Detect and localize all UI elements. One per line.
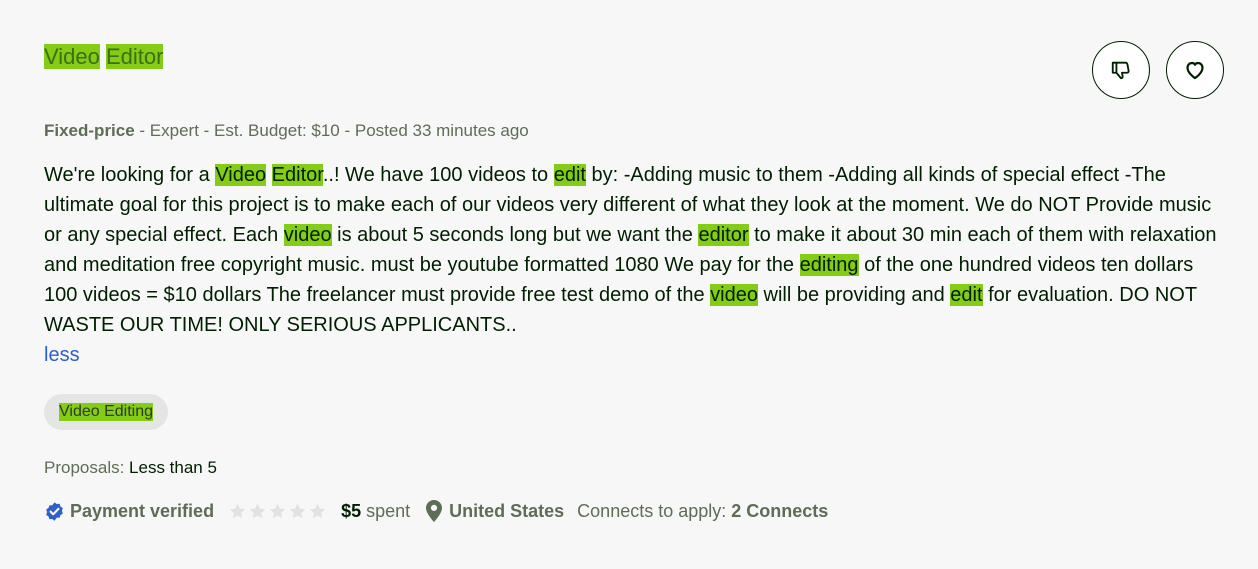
desc-text: is about 5 seconds long but we want the bbox=[331, 224, 699, 246]
job-actions bbox=[1092, 41, 1224, 99]
job-meta-details: - Expert - Est. Budget: $10 - Posted 33 … bbox=[134, 121, 529, 140]
job-type: Fixed-price bbox=[44, 121, 135, 140]
thumbs-down-button[interactable] bbox=[1092, 41, 1150, 99]
desc-highlight: Editor bbox=[271, 164, 323, 186]
verified-badge-icon bbox=[46, 501, 63, 521]
proposals: Proposals: Less than 5 bbox=[44, 458, 217, 478]
desc-highlight: edit bbox=[553, 164, 586, 186]
thumbs-down-icon bbox=[1111, 61, 1130, 80]
client-rating bbox=[228, 502, 327, 521]
job-card: Video Editor Fixed-price - Expert - Est.… bbox=[44, 0, 1224, 569]
star-icon bbox=[269, 503, 286, 518]
desc-highlight: Video bbox=[215, 164, 267, 186]
desc-text: We're looking for a bbox=[44, 164, 216, 186]
payment-verified: Payment verified bbox=[44, 501, 214, 522]
job-title-link[interactable]: Video Editor bbox=[44, 44, 164, 69]
spent-amount: $5 bbox=[341, 500, 362, 521]
desc-text bbox=[266, 164, 272, 186]
less-link[interactable]: less bbox=[44, 341, 80, 369]
proposals-label: Proposals: bbox=[44, 458, 130, 477]
client-location: United States bbox=[426, 500, 564, 522]
star-icon bbox=[229, 503, 246, 518]
desc-text: ..! We have 100 videos to bbox=[322, 164, 554, 186]
star-icon bbox=[289, 503, 306, 518]
job-title-word: Video bbox=[44, 44, 100, 69]
job-title-word: Editor bbox=[106, 44, 164, 69]
skill-label: Video Editing bbox=[59, 403, 153, 421]
proposals-value: Less than 5 bbox=[129, 458, 217, 477]
desc-highlight: video bbox=[710, 284, 758, 306]
connects-to-apply: Connects to apply: 2 Connects bbox=[577, 501, 828, 522]
client-info: Payment verified $5 spent United States … bbox=[44, 498, 828, 524]
payment-verified-label: Payment verified bbox=[70, 500, 215, 521]
desc-highlight: edit bbox=[950, 284, 983, 306]
desc-highlight: editing bbox=[799, 254, 859, 276]
location-pin-icon bbox=[426, 500, 443, 522]
skill-chip[interactable]: Video Editing bbox=[44, 394, 168, 430]
job-description: We're looking for a Video Editor..! We h… bbox=[44, 160, 1224, 340]
star-icon bbox=[309, 503, 326, 518]
save-job-button[interactable] bbox=[1166, 41, 1224, 99]
client-spent: $5 spent bbox=[341, 501, 410, 522]
job-meta: Fixed-price - Expert - Est. Budget: $10 … bbox=[44, 121, 529, 141]
star-icon bbox=[249, 503, 266, 518]
desc-highlight: video bbox=[283, 224, 332, 246]
desc-text: will be providing and bbox=[757, 284, 951, 306]
desc-highlight: editor bbox=[698, 224, 749, 246]
heart-icon bbox=[1186, 61, 1204, 80]
location-label: United States bbox=[449, 500, 565, 521]
job-title[interactable]: Video Editor bbox=[44, 44, 164, 70]
connects-value: 2 Connects bbox=[731, 500, 829, 521]
connects-label: Connects to apply: bbox=[577, 500, 732, 521]
spent-label: spent bbox=[361, 500, 411, 521]
